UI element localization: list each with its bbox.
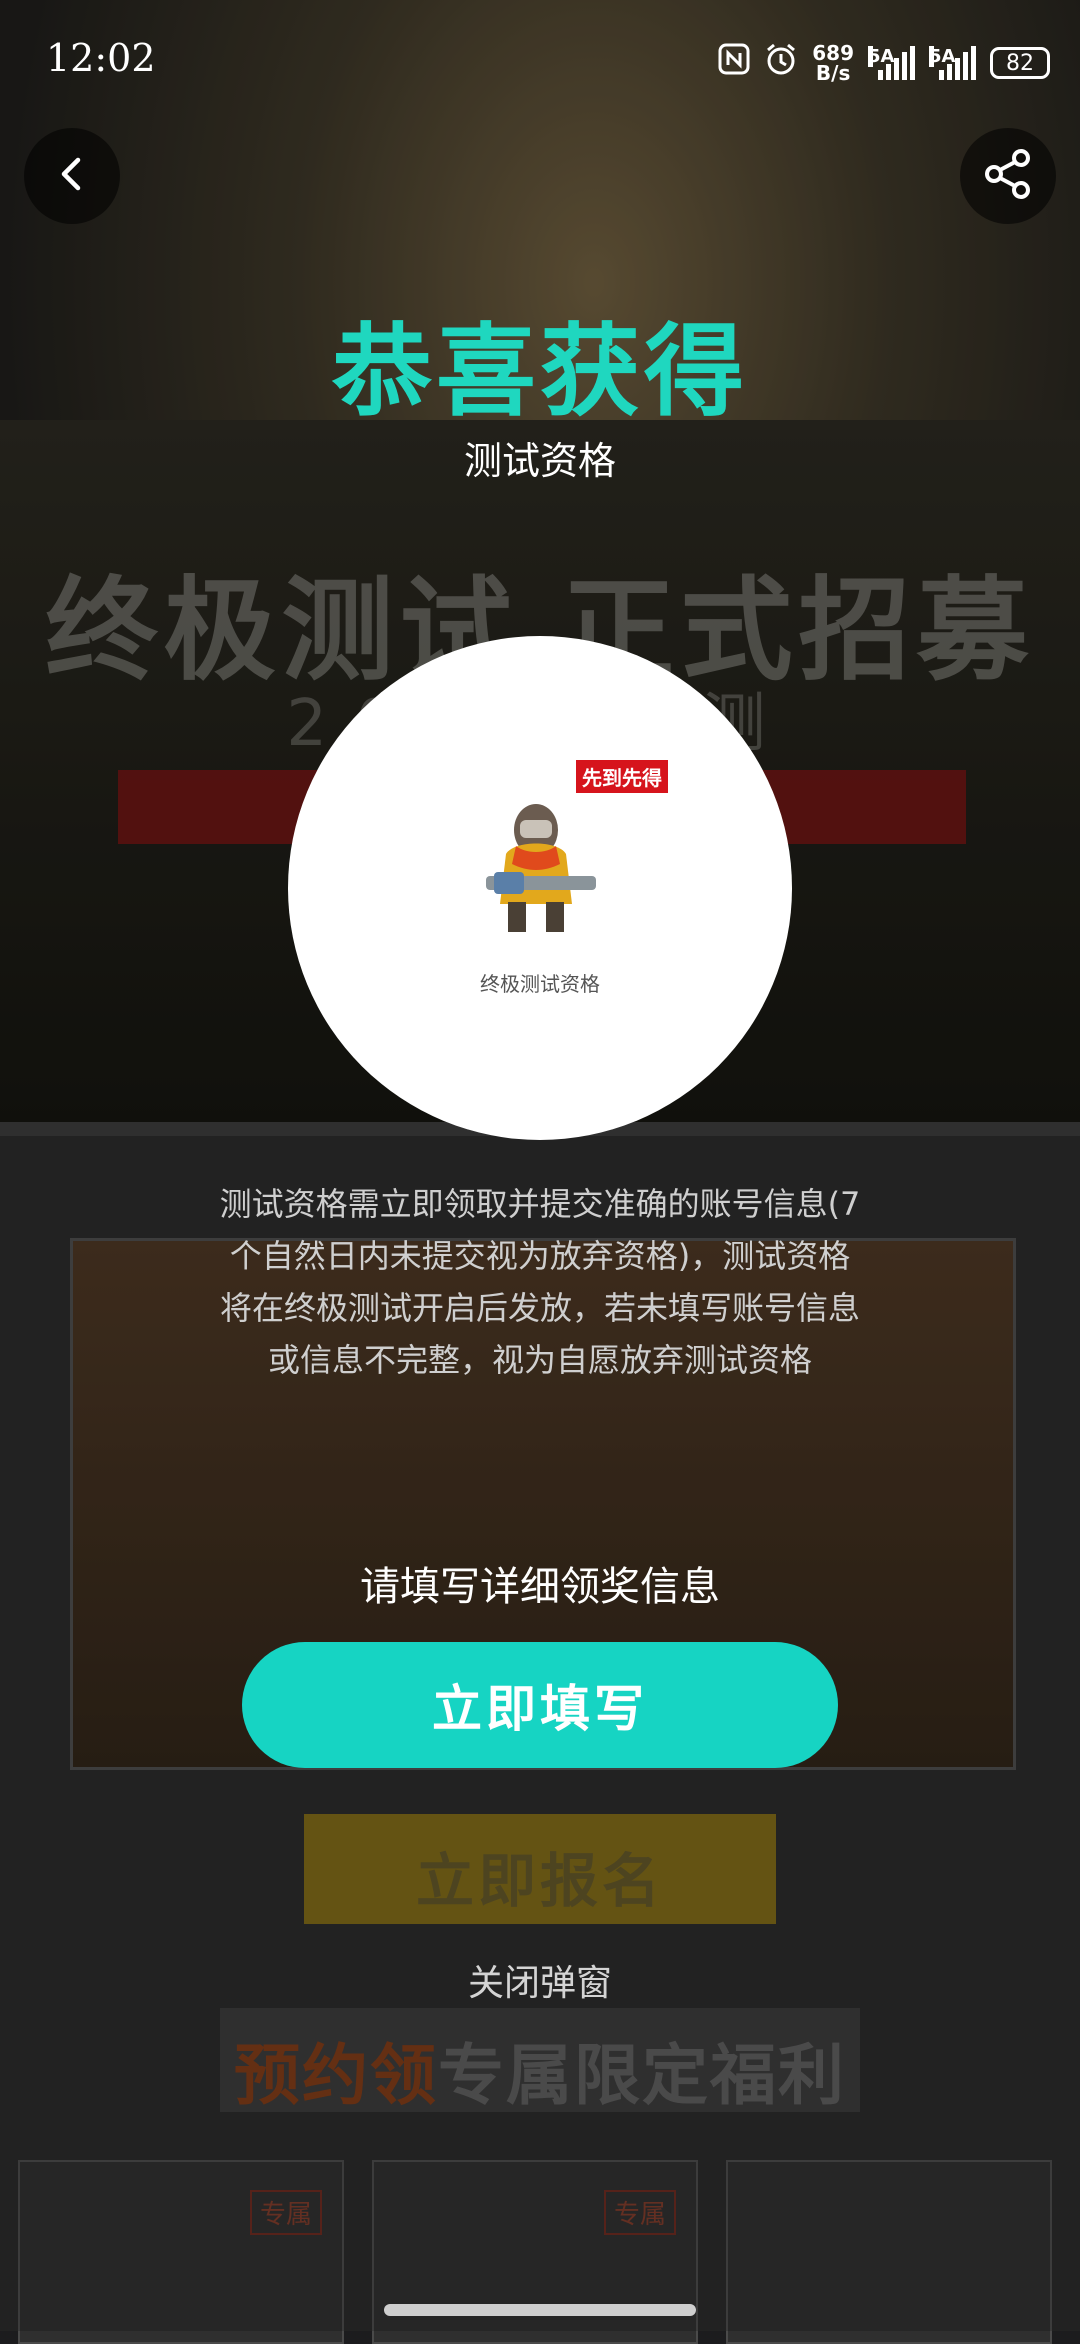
battery-level: 82 (1006, 50, 1034, 76)
share-button[interactable] (960, 128, 1056, 224)
sim2-label: 5A (929, 46, 956, 67)
close-dialog-link[interactable]: 关闭弹窗 (0, 1954, 1080, 2006)
signal-icon: 5A (929, 46, 976, 80)
notice-line: 将在终极测试开启后发放，若未填写账号信息 (219, 1289, 860, 1327)
prize-name: 终极测试资格 (480, 972, 600, 996)
network-speed: 689 B/s (812, 43, 854, 83)
home-indicator[interactable] (384, 2304, 696, 2316)
chevron-left-icon (52, 154, 92, 198)
alarm-icon (764, 42, 798, 84)
fill-now-button[interactable]: 立即填写 (242, 1642, 838, 1768)
status-icons: 689 B/s 5A 5A 82 (718, 38, 1050, 88)
status-time: 12:02 (46, 36, 156, 80)
dialog-subtitle: 测试资格 (463, 439, 616, 483)
signal-icon: 5A (868, 46, 915, 80)
dialog-title: 恭喜获得 (332, 313, 748, 430)
fill-info-prompt: 请填写详细领奖信息 (360, 1564, 720, 1610)
network-speed-unit: B/s (815, 61, 851, 85)
network-speed-value: 689 (812, 41, 854, 65)
prize-character-image (468, 784, 618, 934)
notice-line: 测试资格需立即领取并提交准确的账号信息(7 (219, 1185, 861, 1223)
share-icon (980, 146, 1036, 206)
back-button[interactable] (24, 128, 120, 224)
battery-icon: 82 (990, 47, 1050, 79)
notice-line: 或信息不完整，视为自愿放弃测试资格 (267, 1341, 812, 1379)
notice-text: 测试资格需立即领取并提交准确的账号信息(7 个自然日内未提交视为放弃资格)，测试… (180, 1178, 900, 1386)
sim1-label: 5A (868, 46, 895, 67)
nfc-icon (718, 43, 750, 83)
prize-badge: 先到先得 (576, 760, 668, 793)
notice-line: 个自然日内未提交视为放弃资格)，测试资格 (229, 1237, 851, 1275)
